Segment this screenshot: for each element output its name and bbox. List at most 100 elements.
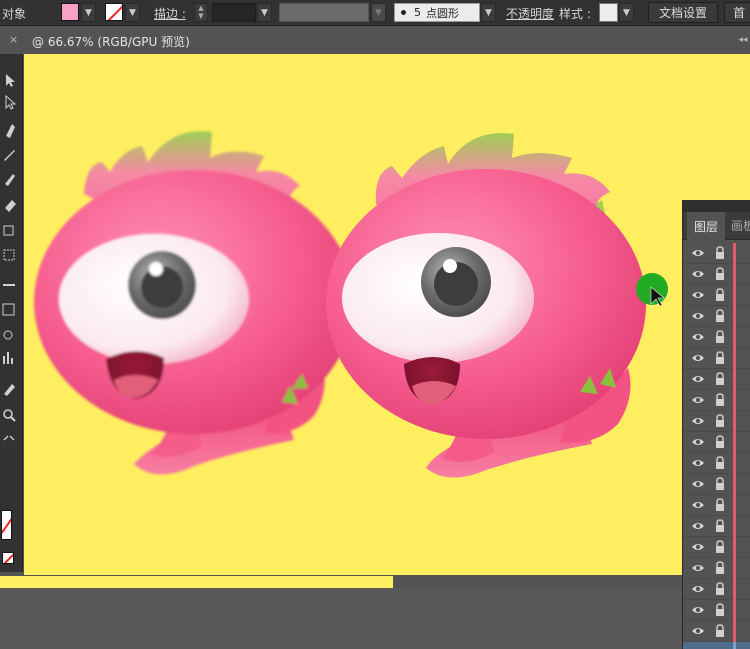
- layer-row[interactable]: [683, 579, 750, 600]
- visibility-eye-icon[interactable]: [691, 393, 705, 407]
- pen-tool-icon[interactable]: [6, 124, 15, 138]
- layer-row[interactable]: [683, 243, 750, 264]
- visibility-eye-icon[interactable]: [691, 246, 705, 260]
- visibility-eye-icon[interactable]: [691, 414, 705, 428]
- graphic-style-swatch[interactable]: [599, 3, 618, 22]
- lock-icon[interactable]: [714, 351, 726, 365]
- lock-icon[interactable]: [714, 561, 726, 575]
- visibility-eye-icon[interactable]: [691, 477, 705, 491]
- scale-tool-icon[interactable]: [3, 225, 14, 236]
- layer-row[interactable]: [683, 348, 750, 369]
- layer-row[interactable]: [683, 537, 750, 558]
- tab-layers[interactable]: 图层: [687, 212, 725, 240]
- visibility-eye-icon[interactable]: [691, 561, 705, 575]
- stroke-color-swatch[interactable]: [105, 3, 123, 21]
- symbol-sprayer-tool-icon[interactable]: [3, 330, 13, 340]
- layer-row[interactable]: [683, 558, 750, 579]
- zoom-tool-icon[interactable]: [3, 409, 13, 419]
- lock-icon[interactable]: [714, 477, 726, 491]
- visibility-eye-icon[interactable]: [691, 624, 705, 638]
- visibility-eye-icon[interactable]: [691, 603, 705, 617]
- lock-icon[interactable]: [714, 624, 726, 638]
- lock-icon[interactable]: [714, 498, 726, 512]
- tab-overflow-icon[interactable]: ◂◂: [736, 27, 750, 54]
- layer-row[interactable]: [683, 600, 750, 621]
- layer-row[interactable]: [683, 411, 750, 432]
- preferences-button[interactable]: 首: [724, 2, 750, 23]
- layer-row[interactable]: [683, 285, 750, 306]
- visibility-eye-icon[interactable]: [691, 267, 705, 281]
- paintbrush-tool-icon[interactable]: [5, 174, 15, 186]
- close-tab-icon[interactable]: ×: [9, 33, 18, 46]
- visibility-eye-icon[interactable]: [691, 582, 705, 596]
- lock-icon[interactable]: [714, 309, 726, 323]
- lock-icon[interactable]: [714, 414, 726, 428]
- brush-definition-select[interactable]: 5 点圆形: [394, 3, 480, 22]
- none-color-icon[interactable]: [2, 552, 14, 564]
- stroke-weight-dropdown-icon[interactable]: ▼: [257, 3, 272, 22]
- lock-icon[interactable]: [714, 267, 726, 281]
- brush-dropdown-icon[interactable]: ▼: [481, 3, 496, 22]
- direct-selection-tool-icon[interactable]: [5, 94, 17, 110]
- opacity-label[interactable]: 不透明度: [506, 0, 554, 26]
- visibility-eye-icon[interactable]: [691, 498, 705, 512]
- eyedropper-tool-icon[interactable]: [4, 384, 15, 396]
- layer-row[interactable]: [683, 327, 750, 348]
- tab-artboards[interactable]: 画板: [731, 212, 750, 240]
- visibility-eye-icon[interactable]: [691, 288, 705, 302]
- lock-icon[interactable]: [714, 435, 726, 449]
- layer-row[interactable]: [683, 306, 750, 327]
- visibility-eye-icon[interactable]: [691, 330, 705, 344]
- document-tab[interactable]: × @ 66.67% (RGB/GPU 预览): [0, 27, 750, 54]
- eraser-tool-icon[interactable]: [5, 200, 16, 212]
- visibility-eye-icon[interactable]: [691, 540, 705, 554]
- lock-icon[interactable]: [714, 603, 726, 617]
- layer-row[interactable]: [683, 495, 750, 516]
- visibility-eye-icon[interactable]: [691, 456, 705, 470]
- lock-icon[interactable]: [714, 519, 726, 533]
- layer-row[interactable]: [683, 390, 750, 411]
- fill-stroke-swatch[interactable]: [1, 510, 12, 540]
- profile-dropdown-icon[interactable]: ▼: [371, 3, 386, 22]
- lock-icon[interactable]: [714, 393, 726, 407]
- visibility-eye-icon[interactable]: [691, 645, 705, 649]
- layer-row[interactable]: [683, 432, 750, 453]
- visibility-eye-icon[interactable]: [691, 372, 705, 386]
- stroke-weight-stepper-icon[interactable]: ▲ ▼: [194, 3, 208, 22]
- layer-row[interactable]: [683, 453, 750, 474]
- lock-icon[interactable]: [714, 246, 726, 260]
- lock-icon[interactable]: [714, 456, 726, 470]
- stroke-dropdown-icon[interactable]: ▼: [125, 3, 140, 22]
- visibility-eye-icon[interactable]: [691, 519, 705, 533]
- dragon-fruit-character-right[interactable]: [326, 133, 646, 478]
- lock-icon[interactable]: [714, 582, 726, 596]
- fill-dropdown-icon[interactable]: ▼: [81, 3, 96, 22]
- lock-icon[interactable]: [714, 330, 726, 344]
- fill-color-swatch[interactable]: [61, 3, 79, 21]
- free-transform-tool-icon[interactable]: [3, 249, 15, 261]
- swap-colors-icon[interactable]: [3, 435, 15, 441]
- layer-row[interactable]: [683, 369, 750, 390]
- document-setup-button[interactable]: 文档设置: [648, 2, 718, 23]
- stroke-weight-input[interactable]: [212, 3, 256, 22]
- layer-row[interactable]: [683, 516, 750, 537]
- panel-grip[interactable]: [683, 200, 750, 212]
- shape-builder-tool-icon[interactable]: [3, 284, 15, 286]
- artboard-tool-icon[interactable]: [2, 303, 15, 316]
- variable-width-profile[interactable]: [279, 3, 369, 22]
- style-dropdown-icon[interactable]: ▼: [619, 3, 634, 22]
- lock-icon[interactable]: [714, 372, 726, 386]
- artboard-canvas[interactable]: [24, 54, 750, 575]
- layer-row[interactable]: [683, 264, 750, 285]
- layer-row[interactable]: [683, 474, 750, 495]
- visibility-eye-icon[interactable]: [691, 309, 705, 323]
- dragon-fruit-character-left[interactable]: [34, 131, 354, 475]
- visibility-eye-icon[interactable]: [691, 435, 705, 449]
- layer-row[interactable]: [683, 621, 750, 642]
- graph-tool-icon[interactable]: [3, 356, 5, 364]
- lock-icon[interactable]: [714, 288, 726, 302]
- visibility-eye-icon[interactable]: [691, 351, 705, 365]
- selection-tool-icon[interactable]: [6, 74, 15, 87]
- line-tool-icon[interactable]: [4, 150, 15, 161]
- stroke-label[interactable]: 描边 :: [154, 0, 186, 26]
